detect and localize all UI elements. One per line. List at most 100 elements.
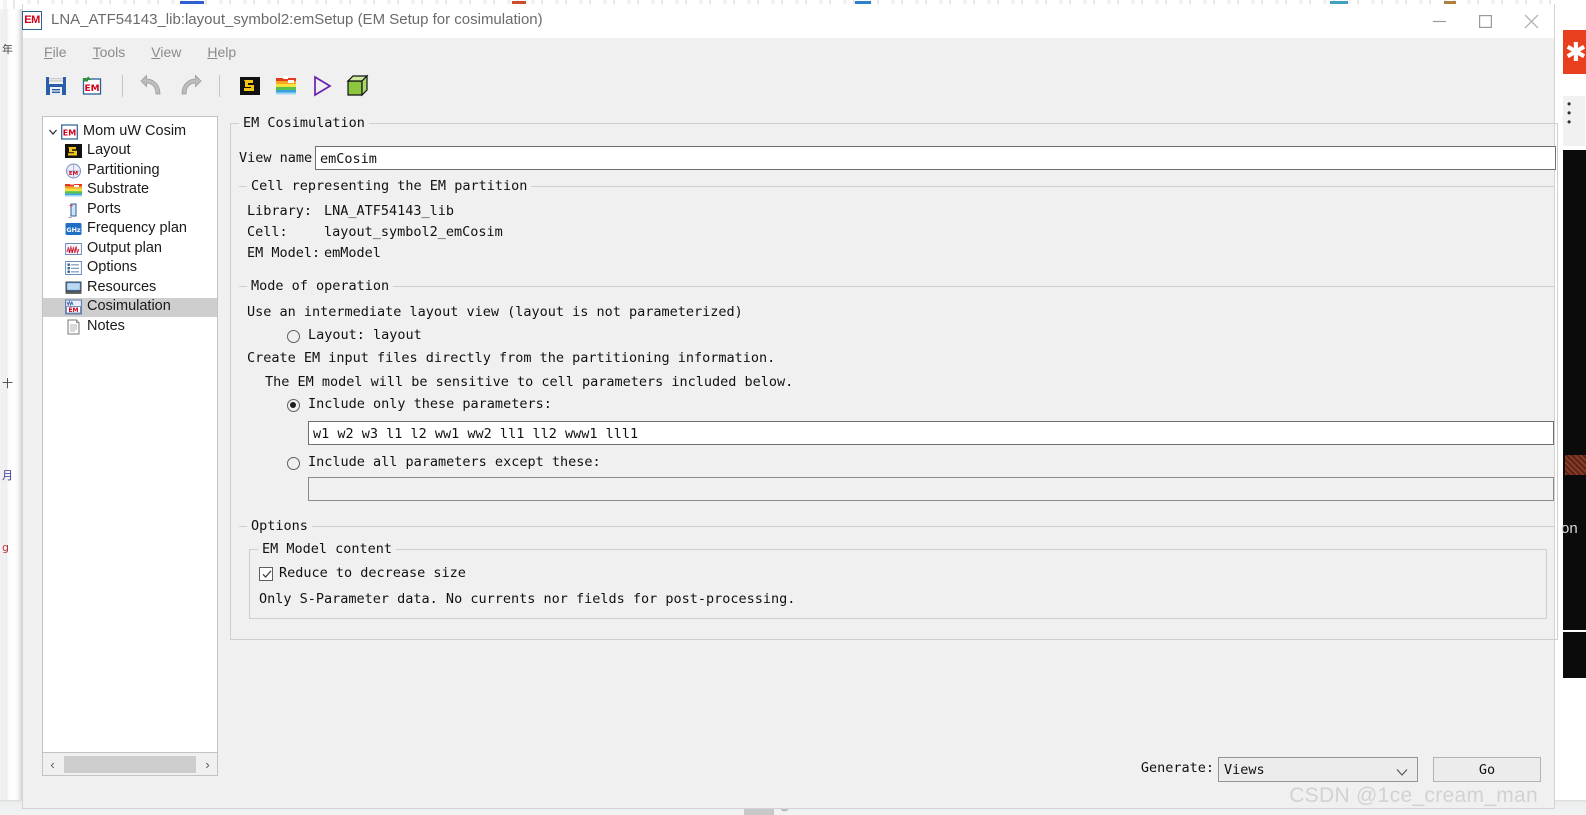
sidebar-item-substrate[interactable]: Substrate — [43, 181, 217, 201]
cosimulation-icon: EM — [65, 299, 82, 315]
em-cosimulation-group-title: EM Cosimulation — [239, 115, 369, 131]
cell-partition-group: Cell representing the EM partition Libra… — [239, 178, 1555, 274]
svg-text:EM: EM — [69, 171, 78, 177]
background-window-right: ✱ • • • on — [1555, 0, 1586, 815]
sidebar-item-options[interactable]: Options — [43, 259, 217, 279]
menu-view-accel: V — [151, 44, 161, 60]
sidebar-item-label: Ports — [87, 200, 121, 217]
save-em-setup-icon[interactable]: EM — [75, 70, 109, 102]
menu-file-rest: ile — [52, 44, 67, 60]
include-except-parameters-input[interactable] — [308, 477, 1554, 501]
include-only-label[interactable]: Include only these parameters: — [308, 396, 552, 412]
svg-text:EM: EM — [84, 84, 99, 94]
sidebar-item-label: Resources — [87, 278, 157, 295]
reduce-to-decrease-size-checkbox[interactable] — [259, 567, 273, 581]
sidebar-item-ports[interactable]: + _ Ports — [43, 200, 217, 220]
library-value: LNA_ATF54143_lib — [324, 203, 455, 219]
save-icon[interactable] — [39, 70, 73, 102]
output-plan-icon — [65, 241, 82, 257]
layout-radio[interactable] — [287, 330, 300, 343]
create-em-input-text: Create EM input files directly from the … — [247, 350, 776, 366]
sidebar-item-label: Notes — [87, 317, 125, 334]
undo-icon[interactable] — [136, 70, 170, 102]
window-controls — [1416, 4, 1554, 38]
sidebar-item-notes[interactable]: Notes — [43, 317, 217, 337]
watermark: CSDN @1ce_cream_man — [1289, 784, 1538, 807]
em-icon: EM — [61, 124, 78, 140]
menu-tools-rest: ools — [99, 44, 126, 60]
navigation-tree[interactable]: EM Mom uW Cosim Layout EM Partitioning S… — [42, 116, 218, 753]
sidebar-item-frequency-plan[interactable]: GHz Frequency plan — [43, 220, 217, 240]
view-name-input[interactable] — [315, 146, 1556, 170]
include-except-radio[interactable] — [287, 457, 300, 470]
cell-partition-group-title: Cell representing the EM partition — [247, 178, 532, 194]
sidebar-item-label: Cosimulation — [87, 298, 171, 315]
window-content: EM Mom uW Cosim Layout EM Partitioning S… — [23, 105, 1558, 808]
em-model-value: emModel — [324, 245, 381, 261]
bottom-action-bar: Generate: Views Go CSDN @1ce_cream_man — [23, 750, 1554, 808]
options-icon — [65, 260, 82, 276]
substrate-icon[interactable] — [269, 70, 303, 102]
toolbar: EM — [23, 66, 1554, 105]
menu-view[interactable]: View — [138, 41, 194, 63]
simulate-icon[interactable] — [305, 70, 339, 102]
menu-help-rest: elp — [217, 44, 237, 60]
layout-radio-label[interactable]: Layout: layout — [308, 327, 422, 343]
redo-icon[interactable] — [172, 70, 206, 102]
em-model-sensitive-text: The EM model will be sensitive to cell p… — [265, 374, 794, 390]
cell-value: layout_symbol2_emCosim — [324, 224, 503, 240]
toolbar-separator-2 — [219, 74, 220, 97]
tree-root-container: EM Mom uW Cosim Layout EM Partitioning S… — [43, 117, 217, 337]
maximize-button[interactable] — [1462, 4, 1508, 38]
chevron-down-icon[interactable] — [1396, 765, 1408, 781]
em-cosimulation-group: EM Cosimulation View name Cell represent… — [230, 115, 1558, 640]
svg-text:EM: EM — [68, 307, 78, 314]
svg-text:GHz: GHz — [66, 226, 81, 234]
sidebar-item-label: Layout — [87, 142, 131, 159]
menu-help[interactable]: Help — [194, 41, 249, 63]
sidebar-item-resources[interactable]: Resources — [43, 278, 217, 298]
svg-text:+: + — [69, 203, 74, 210]
chevron-down-icon[interactable] — [47, 125, 60, 138]
options-group-title: Options — [247, 518, 312, 534]
cosimulation-settings-panel: EM Cosimulation View name Cell represent… — [228, 111, 1558, 750]
sidebar-item-cosimulation[interactable]: EM Cosimulation — [43, 297, 217, 317]
em-model-label: EM Model: — [247, 245, 321, 261]
include-only-parameters-input[interactable] — [308, 421, 1554, 445]
sidebar-item-layout[interactable]: Layout — [43, 142, 217, 162]
ports-icon: + _ — [65, 202, 82, 218]
include-except-label[interactable]: Include all parameters except these: — [308, 454, 601, 470]
intermediate-layout-text: Use an intermediate layout view (layout … — [247, 304, 743, 320]
sidebar-item-output-plan[interactable]: Output plan — [43, 239, 217, 259]
sidebar-item-label: Output plan — [87, 239, 162, 256]
generate-select[interactable]: Views — [1218, 757, 1418, 782]
3d-view-icon[interactable] — [341, 70, 375, 102]
title-bar: EM LNA_ATF54143_lib:layout_symbol2:emSet… — [22, 4, 1554, 38]
close-button[interactable] — [1508, 4, 1554, 38]
go-button[interactable]: Go — [1433, 757, 1541, 782]
menu-file-accel: F — [44, 44, 53, 60]
minimize-button[interactable] — [1416, 4, 1462, 38]
layout-icon[interactable] — [233, 70, 267, 102]
em-model-content-group: EM Model content Reduce to decrease size… — [249, 541, 1547, 619]
reduce-to-decrease-size-label[interactable]: Reduce to decrease size — [279, 565, 466, 581]
include-only-radio[interactable] — [287, 399, 300, 412]
generate-select-value: Views — [1224, 761, 1265, 778]
substrate-icon — [65, 182, 82, 198]
cell-label: Cell: — [247, 224, 288, 240]
generate-label: Generate: — [1140, 760, 1214, 776]
partitioning-icon: EM — [65, 163, 82, 179]
sidebar-item-label: Substrate — [87, 181, 150, 198]
mode-of-operation-group: Mode of operation Use an intermediate la… — [239, 278, 1555, 526]
notes-icon — [65, 319, 82, 335]
em-setup-window: EM LNA_ATF54143_lib:layout_symbol2:emSet… — [22, 4, 1558, 809]
svg-text:EM: EM — [63, 128, 76, 137]
menu-tools[interactable]: Tools — [80, 41, 139, 63]
view-name-label: View name — [239, 150, 313, 166]
tree-item-label: Mom uW Cosim — [83, 122, 187, 139]
tree-item-mom-uw-cosim[interactable]: EM Mom uW Cosim — [43, 122, 217, 142]
options-group: Options EM Model content Reduce to decre… — [239, 518, 1555, 634]
reduce-note-text: Only S-Parameter data. No currents nor f… — [259, 591, 796, 607]
menu-file[interactable]: File — [31, 41, 80, 63]
sidebar-item-partitioning[interactable]: EM Partitioning — [43, 161, 217, 181]
